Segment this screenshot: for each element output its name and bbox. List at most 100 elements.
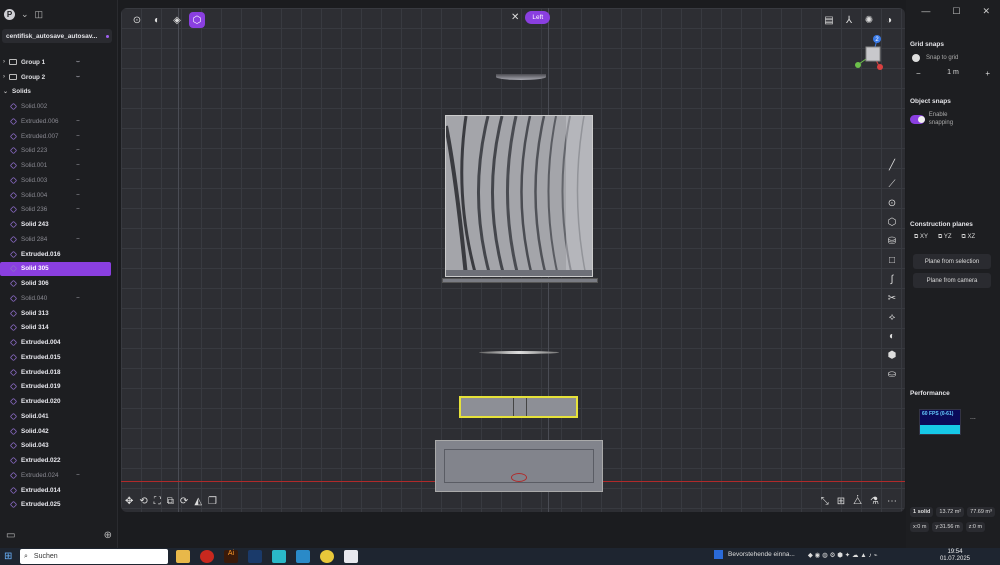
solid-row[interactable]: Extruded.019 (0, 380, 114, 395)
eye-hidden-icon[interactable]: ⌣ (76, 192, 80, 199)
polygon-icon[interactable]: ⬡ (885, 215, 899, 230)
cube-icon[interactable]: ◈ (169, 12, 185, 28)
folder-icon[interactable]: ▭ (6, 530, 15, 541)
hierarchy-icon[interactable]: ⧊ (853, 496, 862, 507)
eye-hidden-icon[interactable]: ⌣ (76, 162, 80, 169)
eye-hidden-icon[interactable]: ⌣ (76, 133, 80, 140)
plane-xy-button[interactable]: ⧉ XY (914, 234, 928, 241)
model-curved-panel[interactable] (445, 115, 593, 277)
box-icon[interactable]: ⬢ (885, 348, 899, 363)
grid-size-stepper[interactable]: − 1 m + (916, 69, 990, 78)
decrease-button[interactable]: − (916, 69, 921, 78)
solid-row[interactable]: Solid.040 ⌣ (0, 291, 114, 306)
database-icon[interactable]: ⛀ (885, 367, 899, 382)
solid-row[interactable]: Extruded.020 (0, 394, 114, 409)
solid-row[interactable]: Solid.041 (0, 409, 114, 424)
model-case[interactable] (435, 440, 603, 492)
tray-icons[interactable]: ◆ ◉ ◍ ⚙ ⬢ ✦ ☁ ▲ ♪ ⌁ (808, 551, 878, 559)
steam-icon[interactable] (248, 550, 262, 563)
opera-icon[interactable] (200, 550, 214, 563)
plane-yz-button[interactable]: ⧉ YZ (938, 234, 952, 241)
eye-hidden-icon[interactable]: ⌣ (76, 59, 80, 66)
plasticity-icon[interactable] (344, 550, 358, 563)
solid-row[interactable]: Solid 305 (0, 261, 111, 277)
chevron-down-icon[interactable]: ⌄ (3, 88, 8, 95)
eye-hidden-icon[interactable]: ⌣ (76, 177, 80, 184)
solid-row[interactable]: Solid 314 (0, 321, 114, 336)
close-window-icon[interactable]: ✕ (982, 6, 990, 17)
solid-row[interactable]: Solid 313 (0, 306, 114, 321)
more-icon[interactable]: ⋯ (887, 496, 897, 507)
chevron-down-icon[interactable]: ⌄ (21, 9, 29, 20)
perspective-icon[interactable]: ▤ (821, 12, 837, 28)
chrome-icon[interactable] (320, 550, 334, 563)
orientation-gizmo[interactable]: 2 (851, 34, 891, 74)
axes-icon[interactable]: ⅄ (841, 12, 857, 28)
solid-row[interactable]: Extruded.024 ⌣ (0, 468, 114, 483)
circle-icon[interactable]: ⊙ (885, 196, 899, 211)
curve-icon[interactable]: ∫ (885, 272, 899, 287)
rotate-copy-icon[interactable]: ⟳ (180, 496, 188, 507)
eye-hidden-icon[interactable]: ⌣ (76, 118, 80, 125)
solid-row[interactable]: Solid 306 (0, 276, 114, 291)
windows-start-icon[interactable]: ⊞ (4, 551, 12, 562)
zoom-icon[interactable]: ⊕ (104, 530, 112, 541)
eye-hidden-icon[interactable]: ⌣ (76, 472, 80, 479)
shading-icon[interactable]: ◑ (881, 12, 897, 28)
solid-row[interactable]: Solid.043 (0, 439, 114, 454)
solid-row[interactable]: Extruded.025 (0, 498, 114, 513)
increase-button[interactable]: + (985, 69, 990, 78)
scale-icon[interactable]: ⛶ (154, 496, 161, 507)
solid-mode-icon[interactable]: ⬡ (189, 12, 205, 28)
close-icon[interactable]: ✕ (511, 12, 519, 23)
rotate-icon[interactable]: ⟲ (139, 496, 147, 507)
illustrator-icon[interactable]: Ai (224, 550, 238, 563)
mirror-icon[interactable]: ◭ (194, 496, 202, 507)
solid-row[interactable]: Solid.001 ⌣ (0, 158, 114, 173)
eye-hidden-icon[interactable]: ⌣ (76, 147, 80, 154)
object-mode-icon[interactable]: ⊙ (129, 12, 145, 28)
sidebar-toggle-icon[interactable]: ◫ (35, 9, 44, 20)
chevron-right-icon[interactable]: › (3, 74, 5, 80)
fillet-icon[interactable]: ⟡ (885, 310, 899, 325)
selected-solid-outline[interactable] (459, 396, 578, 418)
solid-row[interactable]: Extruded.015 (0, 350, 114, 365)
solid-row[interactable]: Solid 243 (0, 217, 114, 232)
settings-icon[interactable]: ✺ (861, 12, 877, 28)
line-icon[interactable]: ╱ (885, 158, 899, 173)
plane-xz-button[interactable]: ⧉ XZ (961, 234, 975, 241)
maximize-icon[interactable]: ☐ (952, 6, 960, 17)
solid-row[interactable]: Extruded.018 (0, 365, 114, 380)
grid-icon[interactable]: ⊞ (837, 496, 845, 507)
solid-row[interactable]: Solid.042 (0, 424, 114, 439)
app-icon[interactable] (272, 550, 286, 563)
eye-hidden-icon[interactable]: ⌣ (76, 236, 80, 243)
3d-viewport[interactable]: ⊙ ◐ ◈ ⬡ ✕ Left ▤ ⅄ ✺ ◑ 2 ╱ ⟋ ⊙ ⬡ ⛁ □ ∫ ✂… (121, 8, 905, 512)
cylinder-icon[interactable]: ⛁ (885, 234, 899, 249)
polyline-icon[interactable]: ⟋ (885, 177, 899, 192)
minimize-icon[interactable]: — (921, 6, 930, 17)
snap-to-grid-row[interactable]: Snap to grid (912, 54, 958, 62)
chevron-right-icon[interactable]: › (3, 59, 5, 65)
project-tab[interactable]: centifisk_autosave_autosav... (2, 29, 112, 43)
measure-icon[interactable]: ⤡ (821, 496, 829, 507)
duplicate-icon[interactable]: ⧉ (167, 496, 174, 507)
taskbar-clock[interactable]: 19:54 01.07.2025 (940, 549, 970, 563)
move-icon[interactable]: ✥ (125, 496, 133, 507)
boolean-icon[interactable]: ◐ (885, 329, 899, 344)
copy-icon[interactable]: ❐ (208, 496, 217, 507)
solid-row[interactable]: Solid 236 ⌣ (0, 203, 114, 218)
eye-hidden-icon[interactable]: ⌣ (76, 295, 80, 302)
model-thin-part[interactable] (479, 351, 559, 354)
group-row[interactable]: › Group 1 ⌣ (0, 55, 114, 70)
eye-hidden-icon[interactable]: ⌣ (76, 206, 80, 213)
scissors-icon[interactable]: ✂ (885, 291, 899, 306)
solid-row[interactable]: Solid 223 ⌣ (0, 144, 114, 159)
enable-snapping-row[interactable]: Enable snapping (910, 111, 970, 127)
solid-row[interactable]: Extruded.014 (0, 483, 114, 498)
solid-row[interactable]: Extruded.016 (0, 247, 114, 262)
edit-mode-icon[interactable]: ◐ (149, 12, 165, 28)
app-logo[interactable]: P (4, 8, 15, 20)
solid-row[interactable]: Extruded.007 ⌣ (0, 129, 114, 144)
performance-more-button[interactable]: ... (970, 414, 976, 421)
